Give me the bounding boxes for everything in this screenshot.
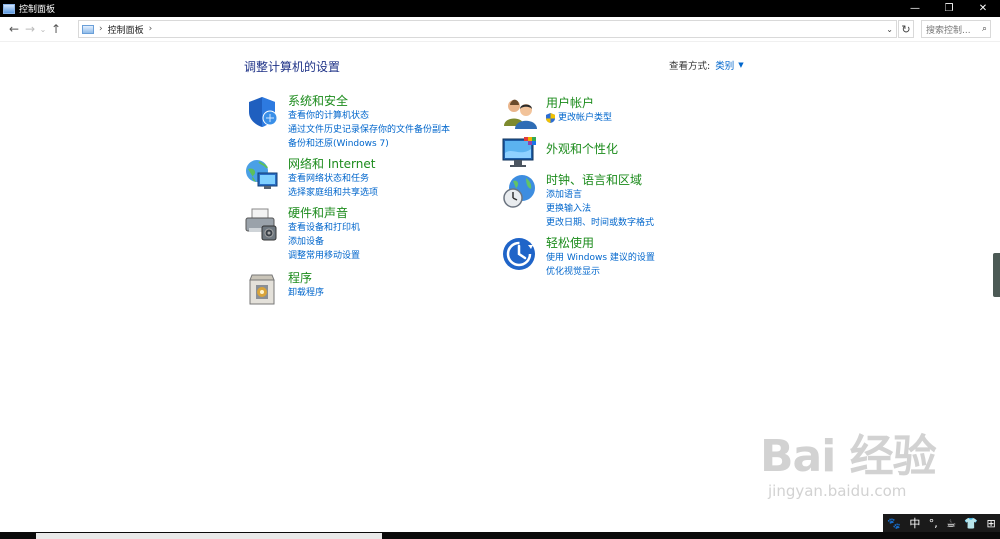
user-accounts-icon[interactable] [502, 96, 538, 132]
category-hardware-sound: 硬件和声音 查看设备和打印机 添加设备 调整常用移动设置 [244, 206, 360, 263]
link-file-history-backup[interactable]: 通过文件历史记录保存你的文件备份副本 [288, 123, 450, 137]
category-title[interactable]: 系统和安全 [288, 94, 450, 109]
link-view-computer-status[interactable]: 查看你的计算机状态 [288, 109, 450, 123]
link-devices-printers[interactable]: 查看设备和打印机 [288, 221, 360, 235]
link-backup-restore[interactable]: 备份和还原(Windows 7) [288, 137, 450, 151]
window-title: 控制面板 [19, 5, 56, 15]
appearance-monitor-icon[interactable] [502, 135, 538, 171]
clock-globe-icon[interactable] [502, 173, 538, 209]
link-change-input-method[interactable]: 更换输入法 [546, 202, 654, 216]
link-optimize-visual-display[interactable]: 优化视觉显示 [546, 265, 655, 279]
up-arrow-icon[interactable]: ↑ [48, 19, 64, 39]
category-user-accounts: 用户帐户 更改帐户类型 [502, 96, 612, 132]
baidu-paw-icon[interactable]: 🐾 [887, 517, 901, 530]
link-add-language[interactable]: 添加语言 [546, 188, 654, 202]
system-tray: 🐾 中 °, ☕ 👕 ⊞ [883, 514, 1000, 532]
page-title: 调整计算机的设置 [244, 60, 341, 74]
ime-indicator[interactable]: 中 [909, 515, 920, 531]
taskbar-search-box[interactable] [36, 533, 382, 539]
link-windows-recommended-settings[interactable]: 使用 Windows 建议的设置 [546, 251, 655, 265]
view-by-label: 查看方式: [669, 61, 711, 72]
search-input[interactable]: 搜索控制... ⌕ [921, 20, 991, 38]
view-by: 查看方式: 类别 ▼ [669, 58, 744, 72]
dropdown-triangle-icon[interactable]: ▼ [738, 61, 743, 69]
uac-shield-icon [546, 113, 555, 123]
link-text[interactable]: 更改帐户类型 [558, 111, 612, 125]
breadcrumb-separator-icon: › [99, 24, 103, 34]
refresh-icon[interactable]: ↻ [898, 20, 914, 38]
minimize-button[interactable]: — [898, 0, 932, 17]
control-panel-icon [82, 24, 94, 34]
ease-of-access-icon[interactable] [502, 236, 538, 272]
link-uninstall-program[interactable]: 卸载程序 [288, 286, 324, 300]
title-bar: 控制面板 — ❐ ✕ [0, 0, 1000, 17]
link-change-account-type[interactable]: 更改帐户类型 [546, 111, 612, 125]
category-title[interactable]: 轻松使用 [546, 236, 655, 251]
link-homegroup-sharing[interactable]: 选择家庭组和共享选项 [288, 186, 378, 200]
programs-box-icon[interactable] [244, 271, 280, 307]
category-title[interactable]: 程序 [288, 271, 324, 286]
category-appearance: 外观和个性化 [502, 135, 618, 171]
side-panel-handle[interactable] [993, 253, 1000, 297]
link-date-time-format[interactable]: 更改日期、时间或数字格式 [546, 216, 654, 230]
punctuation-icon[interactable]: °, [929, 517, 938, 530]
category-network-internet: 网络和 Internet 查看网络状态和任务 选择家庭组和共享选项 [244, 157, 378, 200]
address-toolbar: ← → ⌄ ↑ › 控制面板 › ⌄ ↻ 搜索控制... ⌕ [0, 17, 1000, 42]
category-title[interactable]: 硬件和声音 [288, 206, 360, 221]
address-field[interactable]: › 控制面板 › ⌄ [78, 20, 897, 38]
category-clock-language-region: 时钟、语言和区域 添加语言 更换输入法 更改日期、时间或数字格式 [502, 173, 654, 230]
breadcrumb-control-panel[interactable]: 控制面板 [108, 23, 144, 36]
search-icon[interactable]: ⌕ [982, 24, 987, 34]
back-arrow-icon[interactable]: ← [6, 19, 22, 39]
category-title[interactable]: 网络和 Internet [288, 157, 378, 172]
link-mobility-settings[interactable]: 调整常用移动设置 [288, 249, 360, 263]
view-by-dropdown[interactable]: 类别 [715, 58, 734, 72]
grid-icon[interactable]: ⊞ [987, 517, 996, 530]
chevron-down-icon[interactable]: ⌄ [886, 25, 893, 34]
network-globe-icon[interactable] [244, 157, 280, 193]
control-panel-icon [3, 3, 15, 14]
category-system-security: 系统和安全 查看你的计算机状态 通过文件历史记录保存你的文件备份副本 备份和还原… [244, 94, 450, 151]
link-add-device[interactable]: 添加设备 [288, 235, 360, 249]
category-title[interactable]: 外观和个性化 [546, 142, 618, 157]
baidu-watermark: Bai 经验 jingyan.baidu.com [760, 420, 937, 500]
forward-arrow-icon[interactable]: → [22, 19, 38, 39]
watermark-brand: Bai 经验 [760, 431, 937, 482]
category-programs: 程序 卸载程序 [244, 271, 324, 307]
category-ease-of-access: 轻松使用 使用 Windows 建议的设置 优化视觉显示 [502, 236, 655, 279]
category-title[interactable]: 用户帐户 [546, 96, 612, 111]
breadcrumb-separator-icon[interactable]: › [149, 24, 153, 34]
security-shield-icon[interactable] [244, 94, 280, 130]
close-button[interactable]: ✕ [966, 0, 1000, 17]
link-network-status[interactable]: 查看网络状态和任务 [288, 172, 378, 186]
shirt-icon[interactable]: 👕 [964, 517, 978, 530]
category-title[interactable]: 时钟、语言和区域 [546, 173, 654, 188]
watermark-site: jingyan.baidu.com [768, 482, 907, 500]
restore-button[interactable]: ❐ [932, 0, 966, 17]
cup-icon[interactable]: ☕ [946, 517, 956, 530]
search-placeholder: 搜索控制... [926, 25, 971, 36]
printer-icon[interactable] [244, 206, 280, 242]
recent-locations-chevron-icon[interactable]: ⌄ [38, 19, 48, 39]
